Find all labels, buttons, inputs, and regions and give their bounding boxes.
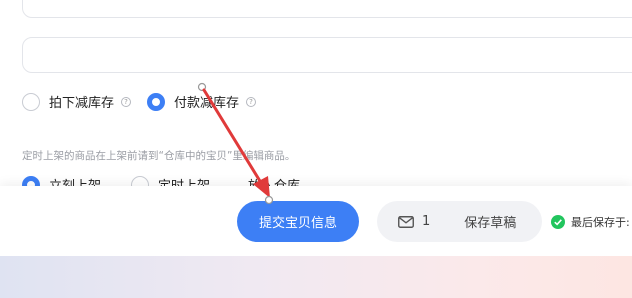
radio-label: 付款减库存 [174,96,240,111]
scheduled-listing-hint: 定时上架的商品在上架前请到“仓库中的宝贝”里编辑商品。 [22,150,296,162]
last-saved-status: 最后保存于: [551,214,630,230]
help-icon[interactable]: ? [121,96,132,107]
radio-deduct-on-payment[interactable]: 付款减库存 ? [147,92,257,111]
message-count: 1 [422,214,431,229]
last-saved-label: 最后保存于: [571,216,630,229]
background-band [0,256,632,298]
submit-item-button[interactable]: 提交宝贝信息 [237,201,359,242]
mail-icon[interactable] [398,215,414,228]
inventory-deduction-options: 拍下减库存 ? 付款减库存 ? [22,92,272,111]
save-draft-button[interactable]: 保存草稿 [464,212,516,231]
radio-circle[interactable] [22,92,40,111]
help-icon[interactable]: ? [246,96,257,107]
radio-label: 拍下减库存 [49,96,115,111]
draft-actions: 1 保存草稿 [377,201,542,242]
text-field[interactable] [22,37,632,73]
check-circle-icon [551,215,565,229]
text-field-top[interactable] [22,0,632,18]
radio-circle-checked[interactable] [147,92,166,111]
radio-deduct-on-order[interactable]: 拍下减库存 ? [22,92,132,111]
